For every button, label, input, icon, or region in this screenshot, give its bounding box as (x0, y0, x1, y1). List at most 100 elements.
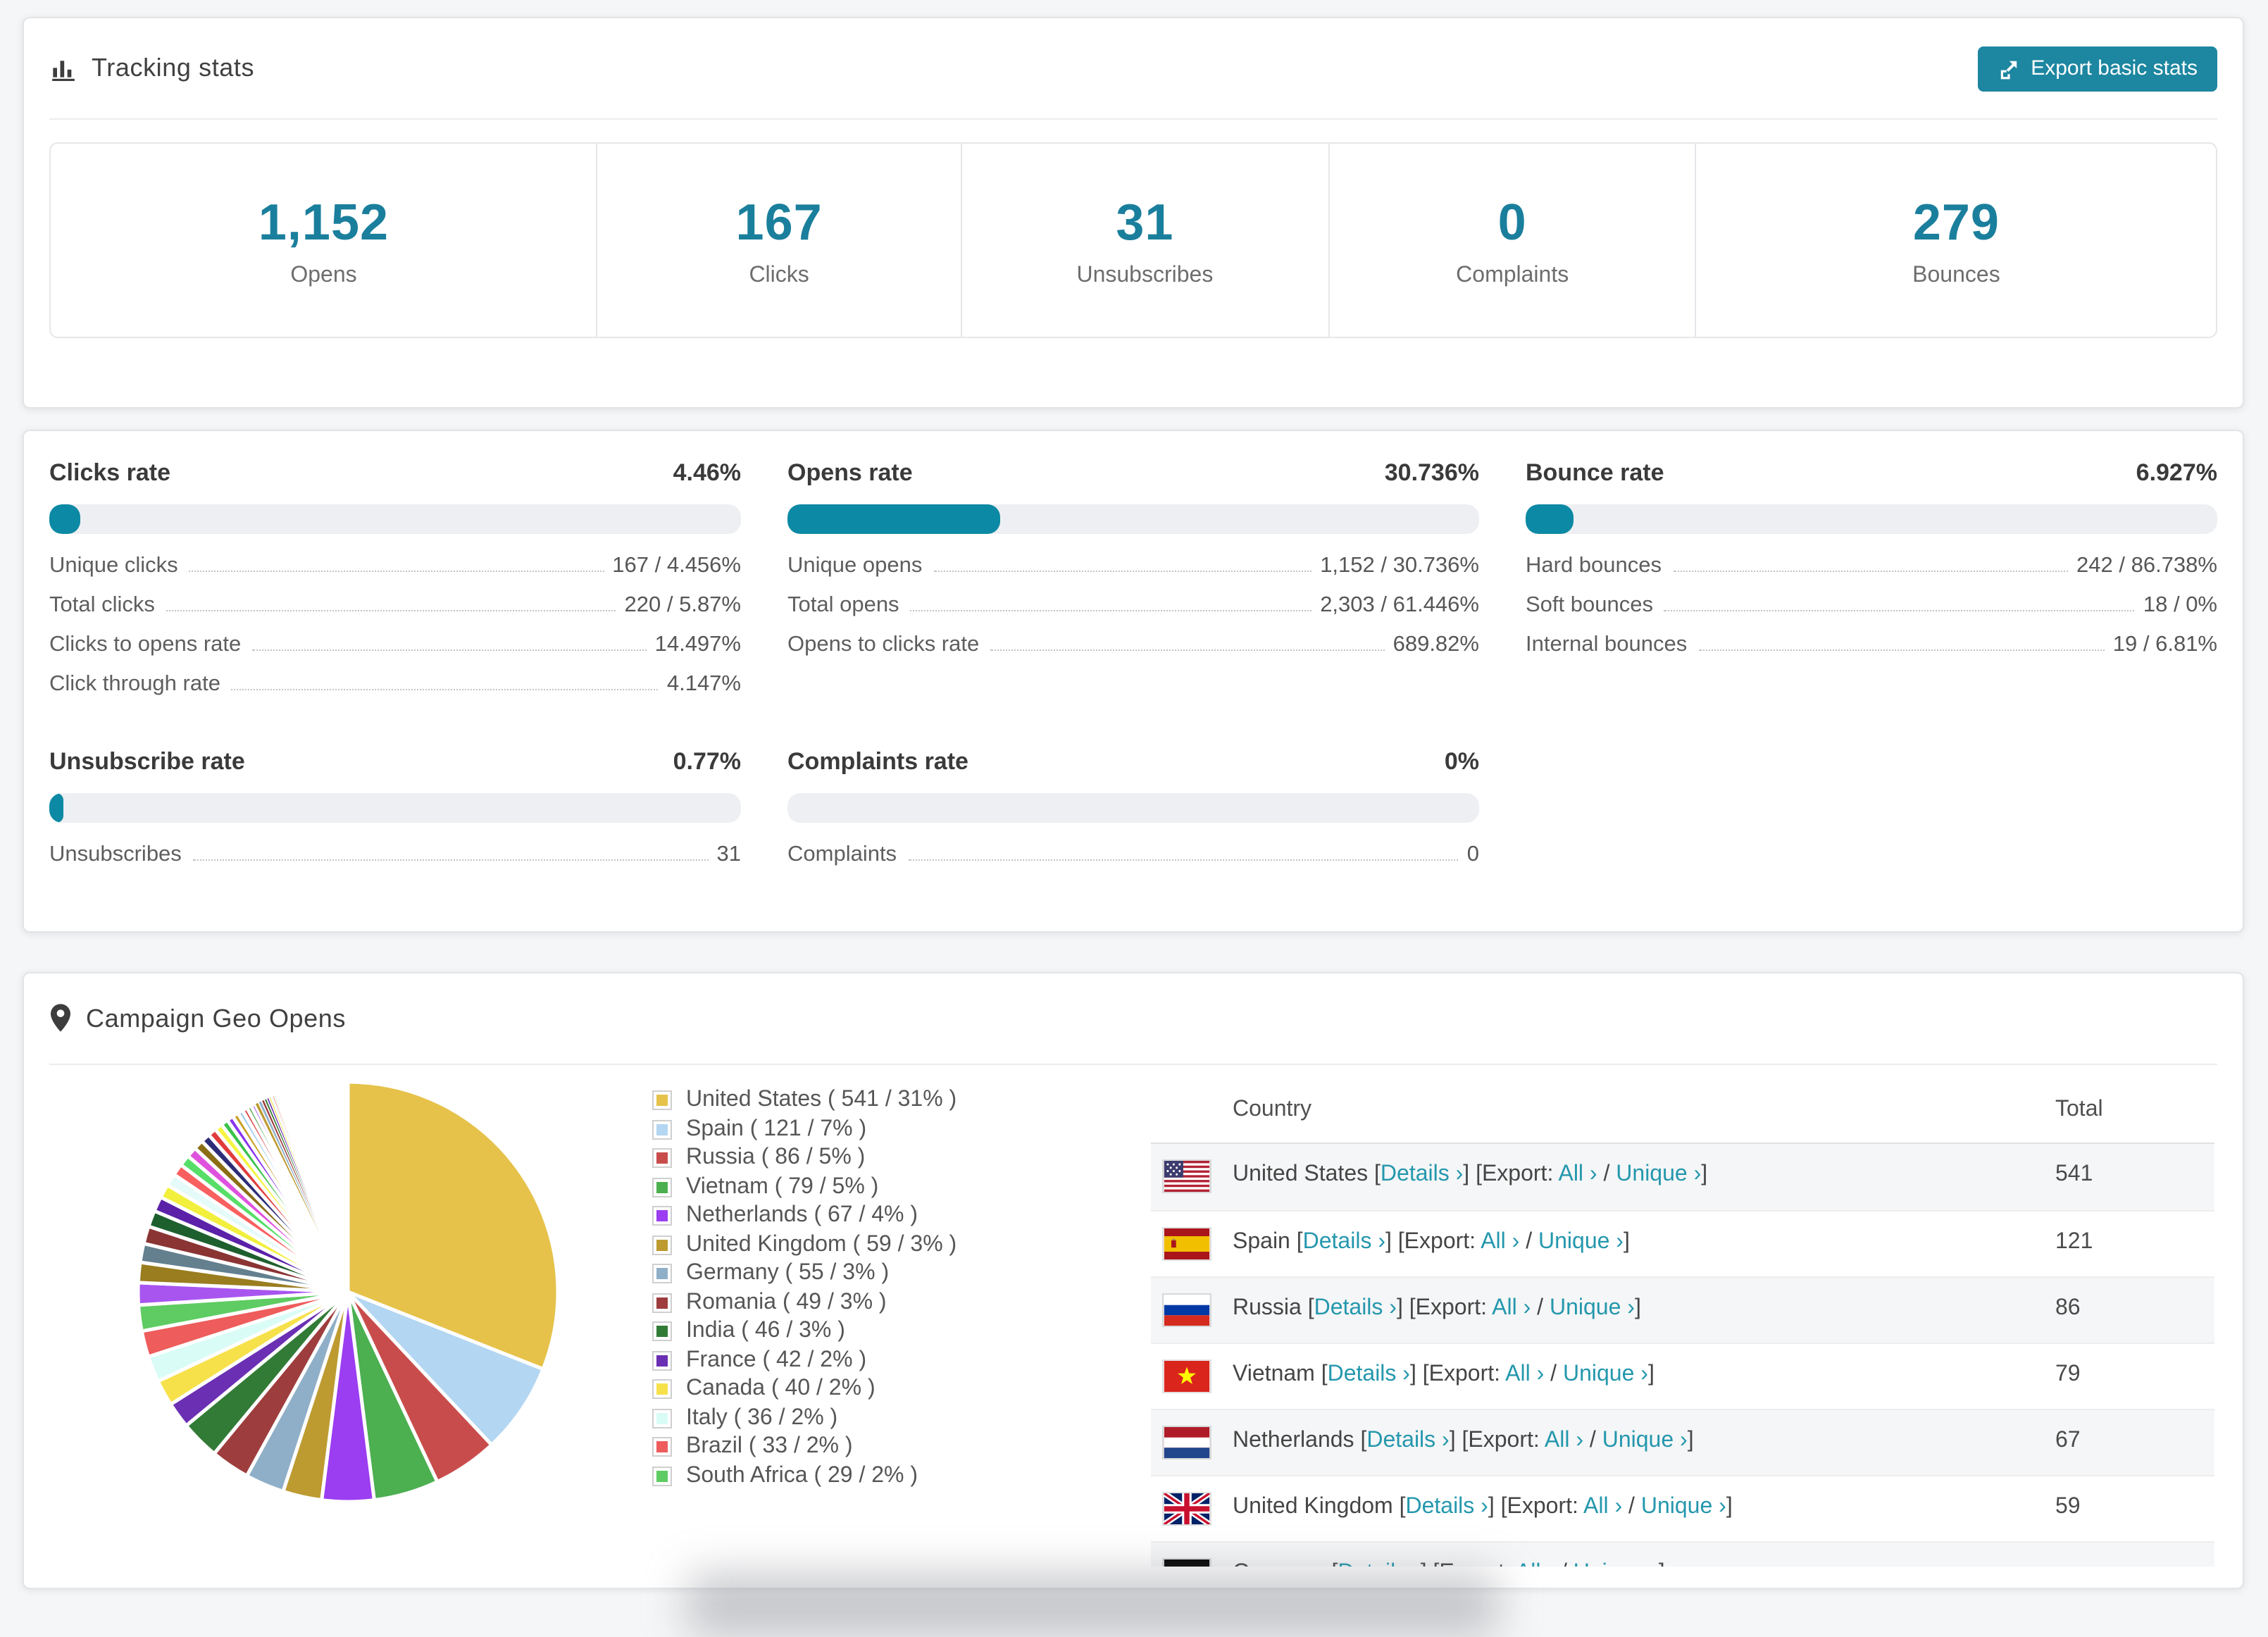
legend-swatch (652, 1466, 672, 1486)
legend-label: South Africa ( 29 / 2% ) (686, 1463, 918, 1488)
export-basic-stats-button[interactable]: Export basic stats (1977, 46, 2217, 91)
export-all-link[interactable]: All › (1558, 1162, 1597, 1186)
total-column-header: Total (2055, 1097, 2103, 1121)
country-name: United Kingdom [ (1233, 1495, 1406, 1519)
export-unique-link[interactable]: Unique › (1616, 1162, 1701, 1186)
export-unique-link[interactable]: Unique › (1563, 1362, 1648, 1386)
geo-row-netherlands: Netherlands [Details ›] [Export: All › /… (1151, 1409, 2214, 1475)
stat-label: Complaints (1456, 263, 1569, 287)
bottom-shadow-blob (687, 1572, 1497, 1637)
stat-row-label: Soft bounces (1526, 593, 1653, 617)
country-name: Vietnam [ (1233, 1362, 1328, 1386)
legend-item-france: France ( 42 / 2% ) (652, 1347, 957, 1372)
tracking-stats-header: Tracking stats Export basic stats (49, 18, 2217, 120)
geo-table-rows: United States [Details ›] [Export: All ›… (1151, 1144, 2214, 1567)
details-link[interactable]: Details › (1314, 1296, 1397, 1320)
legend-label: Russia ( 86 / 5% ) (686, 1145, 866, 1170)
geo-row-links: Russia [Details ›] [Export: All › / Uniq… (1233, 1296, 1641, 1321)
geo-row-links: Netherlands [Details ›] [Export: All › /… (1233, 1429, 1694, 1454)
stat-value: 1,152 (258, 192, 390, 250)
details-link[interactable]: Details › (1328, 1362, 1410, 1386)
stat-row-value: 167 / 4.456% (612, 554, 741, 578)
stat-row-value: 14.497% (654, 633, 741, 656)
rate-block-header: Unsubscribe rate 0.77% (49, 748, 741, 776)
details-link[interactable]: Details › (1381, 1162, 1463, 1186)
country-column-header: Country (1233, 1097, 1312, 1121)
country-name: Spain [ (1233, 1230, 1303, 1254)
rate-progress-track (49, 793, 741, 823)
slash-text: / (1519, 1230, 1538, 1254)
details-link[interactable]: Details › (1303, 1230, 1385, 1254)
stat-row-value: 242 / 86.738% (2076, 554, 2217, 578)
geo-row-total: 121 (2055, 1230, 2093, 1254)
export-all-link[interactable]: All › (1481, 1230, 1519, 1254)
summary-stats-row: 1,152 Opens 167 Clicks 31 Unsubscribes 0 Compla… (49, 142, 2217, 338)
stat-row-value: 689.82% (1392, 633, 1479, 656)
details-link[interactable]: Details › (1366, 1429, 1449, 1452)
rate-block-complaints-rate: Complaints rate 0% Complaints 0 (787, 748, 1479, 876)
legend-label: Netherlands ( 67 / 4% ) (686, 1203, 918, 1228)
export-all-link[interactable]: All › (1505, 1362, 1544, 1386)
rate-block-header: Clicks rate 4.46% (49, 459, 741, 487)
legend-swatch (652, 1437, 672, 1457)
legend-label: Italy ( 36 / 2% ) (686, 1405, 838, 1430)
legend-item-south-africa: South Africa ( 29 / 2% ) (652, 1464, 957, 1488)
rate-stat-rows: Unique opens 1,152 / 30.736% Total opens 2,… (787, 548, 1479, 666)
dotted-leader (908, 859, 1459, 861)
export-unique-link[interactable]: Unique › (1641, 1495, 1726, 1519)
rate-block-opens-rate: Opens rate 30.736% Unique opens 1,152 / 30.… (787, 459, 1479, 706)
geo-row-links: Germany [Details ›] [Export: All › / Uni… (1233, 1561, 1665, 1567)
legend-item-russia: Russia ( 86 / 5% ) (652, 1145, 957, 1170)
geo-row-united-states: United States [Details ›] [Export: All ›… (1151, 1144, 2214, 1210)
details-link[interactable]: Details › (1405, 1495, 1488, 1519)
geo-row-total: 59 (2055, 1495, 2081, 1519)
stat-row-value: 220 / 5.87% (624, 593, 741, 617)
dotted-leader (189, 571, 604, 572)
export-all-link[interactable]: All › (1545, 1429, 1583, 1452)
country-name: Russia [ (1233, 1296, 1314, 1320)
export-unique-link[interactable]: Unique › (1574, 1561, 1659, 1567)
export-unique-link[interactable]: Unique › (1602, 1429, 1688, 1452)
rate-block-header: Opens rate 30.736% (787, 459, 1479, 487)
legend-swatch (652, 1408, 672, 1429)
export-unique-link[interactable]: Unique › (1550, 1296, 1635, 1320)
rate-title: Opens rate (787, 459, 913, 486)
rate-title: Complaints rate (787, 748, 968, 775)
stat-row-value: 18 / 0% (2143, 593, 2217, 617)
bracket-text: ] (1647, 1362, 1655, 1386)
legend-label: United States ( 541 / 31% ) (686, 1088, 957, 1112)
rate-stat-row: Unique clicks 167 / 4.456% (49, 548, 741, 587)
bracket-text: ] (1623, 1230, 1630, 1254)
geo-row-spain: Spain [Details ›] [Export: All › / Uniqu… (1151, 1210, 2214, 1276)
legend-swatch (652, 1206, 672, 1226)
summary-stat-clicks: 167 Clicks (596, 144, 960, 337)
legend-swatch (652, 1177, 672, 1197)
legend-label: United Kingdom ( 59 / 3% ) (686, 1232, 957, 1257)
export-unique-link[interactable]: Unique › (1538, 1230, 1624, 1254)
export-all-link[interactable]: All › (1492, 1296, 1531, 1320)
geo-row-russia: Russia [Details ›] [Export: All › / Uniq… (1151, 1276, 2214, 1343)
stat-row-label: Total opens (787, 593, 899, 617)
export-all-link[interactable]: All › (1583, 1495, 1622, 1519)
stat-row-label: Internal bounces (1526, 633, 1688, 656)
rate-stat-rows: Hard bounces 242 / 86.738% Soft bounces 18 … (1526, 548, 2217, 666)
export-all-link[interactable]: All › (1516, 1561, 1554, 1567)
rate-stat-rows: Unsubscribes 31 (49, 837, 741, 876)
bracket-text: ] (1726, 1495, 1733, 1519)
geo-title: Campaign Geo Opens (86, 1004, 347, 1032)
us-flag-icon (1162, 1159, 1211, 1193)
legend-label: India ( 46 / 3% ) (686, 1319, 845, 1343)
details-link[interactable]: Details › (1338, 1561, 1420, 1567)
rate-value: 0.77% (673, 748, 741, 775)
geo-table: Country Total United States [Details ›] … (1151, 1086, 2214, 1567)
bracket-text: ] [Export: (1488, 1495, 1584, 1519)
bracket-text: ] [Export: (1396, 1296, 1493, 1320)
country-name: United States [ (1233, 1162, 1381, 1186)
rate-stat-row: Hard bounces 242 / 86.738% (1526, 548, 2217, 587)
bracket-text: ] [Export: (1463, 1162, 1559, 1186)
rate-block-header: Complaints rate 0% (787, 748, 1479, 776)
legend-label: France ( 42 / 2% ) (686, 1347, 867, 1372)
stat-value: 0 (1497, 192, 1527, 250)
legend-swatch (652, 1293, 672, 1313)
legend-label: Vietnam ( 79 / 5% ) (686, 1174, 879, 1199)
